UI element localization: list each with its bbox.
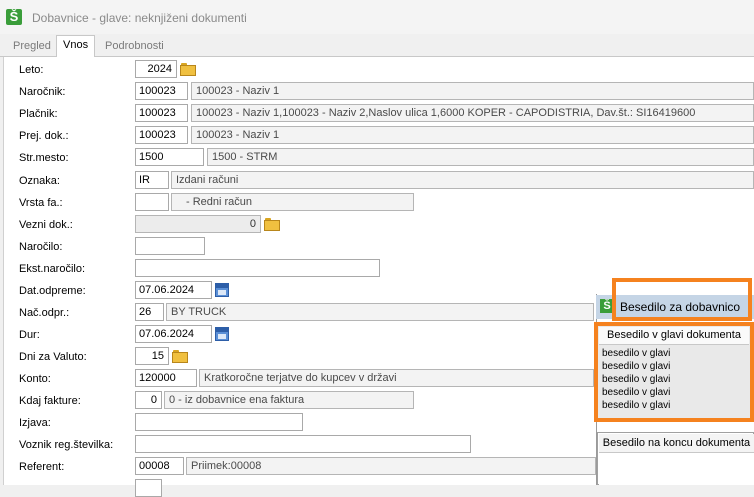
dni-za-valuto-input[interactable]: 15 (135, 347, 169, 365)
folder-open-icon[interactable] (180, 63, 196, 76)
window-title: Dobavnice - glave: neknjiženi dokumenti (32, 11, 247, 25)
nac-odpr-code-input[interactable]: 26 (135, 303, 164, 321)
izjava-label: Izjava: (19, 417, 51, 429)
kdaj-fakture-code-input[interactable]: 0 (135, 391, 162, 409)
footer-text-title: Besedilo na koncu dokumenta (599, 434, 754, 453)
next-field-input[interactable] (135, 479, 162, 497)
nac-odpr-description: BY TRUCK (166, 303, 594, 321)
referent-label: Referent: (19, 461, 65, 473)
narocilo-label: Naročilo: (19, 241, 63, 253)
vrsta-fa-label: Vrsta fa.: (19, 197, 63, 209)
dur-label: Dur: (19, 329, 40, 341)
konto-label: Konto: (19, 373, 51, 385)
highlight-frame-header-text (594, 322, 754, 422)
calendar-icon[interactable] (215, 283, 229, 297)
referent-description: Priimek:00008 (186, 457, 596, 475)
izjava-input[interactable] (135, 413, 303, 431)
folder-open-icon[interactable] (264, 218, 280, 231)
nac-odpr-label: Nač.odpr.: (19, 307, 70, 319)
prej-dok-code-input[interactable]: 100023 (135, 126, 188, 144)
ekst-narocilo-label: Ekst.naročilo: (19, 263, 86, 275)
folder-open-icon[interactable] (172, 350, 188, 363)
app-logo-icon: Š (6, 9, 22, 25)
voznik-input[interactable] (135, 435, 471, 453)
placnik-label: Plačnik: (19, 108, 58, 120)
dni-za-valuto-label: Dni za Valuto: (19, 351, 87, 363)
tab-podrobnosti[interactable]: Podrobnosti (98, 36, 171, 57)
prej-dok-label: Prej. dok.: (19, 130, 69, 142)
tab-bar: Pregled Vnos Podrobnosti (0, 34, 754, 58)
vezni-dok-label: Vezni dok.: (19, 219, 73, 231)
vrsta-fa-code-input[interactable] (135, 193, 169, 211)
konto-code-input[interactable]: 120000 (135, 369, 197, 387)
oznaka-code-input[interactable]: IR (135, 171, 169, 189)
voznik-label: Voznik reg.številka: (19, 439, 114, 451)
prej-dok-description: 100023 - Naziv 1 (191, 126, 754, 144)
str-mesto-label: Str.mesto: (19, 152, 69, 164)
leto-input[interactable]: 2024 (135, 60, 177, 78)
vrsta-fa-description: - Redni račun (171, 193, 414, 211)
calendar-icon[interactable] (215, 327, 229, 341)
footer-text-area[interactable] (599, 453, 754, 485)
oznaka-description: Izdani računi (171, 171, 754, 189)
oznaka-label: Oznaka: (19, 175, 60, 187)
referent-code-input[interactable]: 00008 (135, 457, 184, 475)
dat-odpreme-label: Dat.odpreme: (19, 285, 86, 297)
vezni-dok-input[interactable]: 0 (135, 215, 261, 233)
placnik-description: 100023 - Naziv 1,100023 - Naziv 2,Naslov… (191, 104, 754, 122)
konto-description: Kratkoročne terjatve do kupcev v državi (199, 369, 594, 387)
leto-label: Leto: (19, 64, 44, 76)
str-mesto-description: 1500 - STRM (207, 148, 754, 166)
narocnik-label: Naročnik: (19, 86, 66, 98)
dur-input[interactable]: 07.06.2024 (135, 325, 212, 343)
dat-odpreme-input[interactable]: 07.06.2024 (135, 281, 212, 299)
highlight-frame-title (612, 278, 752, 321)
narocnik-code-input[interactable]: 100023 (135, 82, 188, 100)
kdaj-fakture-description: 0 - iz dobavnice ena faktura (164, 391, 414, 409)
tab-vnos[interactable]: Vnos (56, 35, 96, 58)
placnik-code-input[interactable]: 100023 (135, 104, 188, 122)
tab-pregled[interactable]: Pregled (6, 36, 58, 57)
narocilo-input[interactable] (135, 237, 205, 255)
ekst-narocilo-input[interactable] (135, 259, 380, 277)
kdaj-fakture-label: Kdaj fakture: (19, 395, 81, 407)
str-mesto-code-input[interactable]: 1500 (135, 148, 204, 166)
narocnik-description: 100023 - Naziv 1 (191, 82, 754, 100)
